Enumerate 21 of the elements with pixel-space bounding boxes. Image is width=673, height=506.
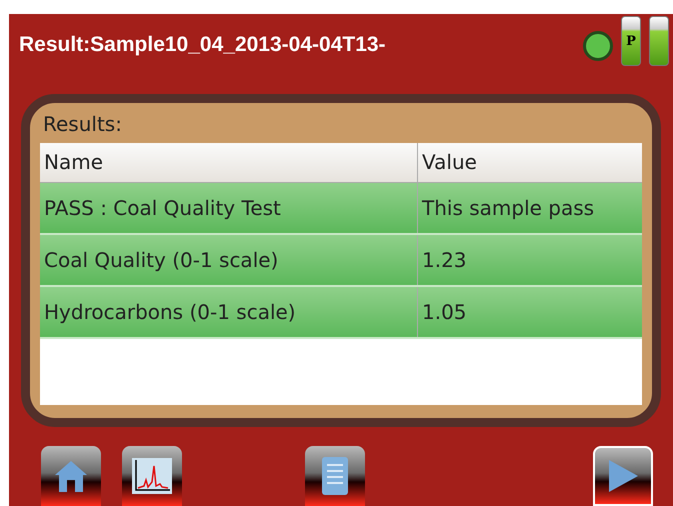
home-icon	[53, 458, 89, 494]
toolbar-button[interactable]	[122, 446, 182, 506]
document-icon	[321, 456, 349, 496]
battery-label: P	[626, 34, 636, 48]
status-indicator	[583, 31, 613, 61]
chart-icon	[130, 456, 174, 496]
toolbar-button[interactable]	[41, 446, 101, 506]
table-cell-text: 1.23	[421, 246, 468, 274]
column-header: Value	[421, 149, 478, 176]
play-icon	[606, 458, 640, 494]
table-cell: Hydrocarbons (0-1 scale)	[40, 286, 418, 337]
table-cell: Coal Quality (0-1 scale)	[40, 234, 418, 285]
battery-icon	[649, 16, 669, 66]
table-cell-text: This sample pass	[421, 194, 596, 222]
table-cell-text: 1.05	[421, 298, 468, 326]
column-header: Name	[40, 142, 418, 182]
toolbar-button[interactable]	[305, 446, 365, 506]
next-button[interactable]	[593, 446, 653, 506]
window-title: Result:Sample10_04_2013-04-04T13-	[19, 32, 386, 58]
table-cell: PASS : Coal Quality Test	[40, 182, 418, 233]
panel-label: Results:	[42, 110, 123, 138]
